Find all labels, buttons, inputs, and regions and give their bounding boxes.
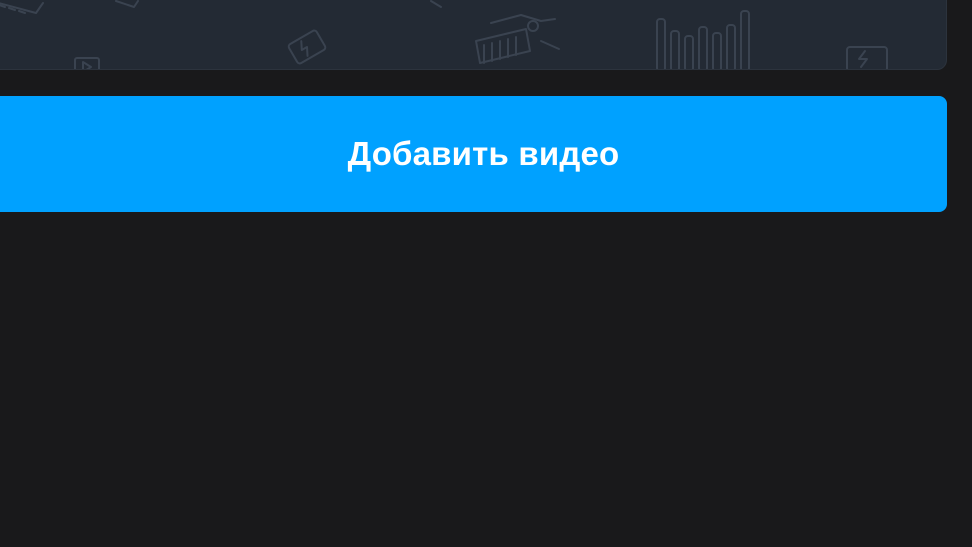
battery-icon [287,29,327,65]
keyboard-icon [0,2,44,14]
camera-rig-icon [475,14,560,64]
battery-icon-right [846,46,888,69]
page: Добавить видео [0,0,972,547]
upload-panel [0,0,947,70]
line-icon [430,0,442,8]
pen-icon [115,0,139,8]
equalizer-icon [656,10,750,69]
film-icon [74,57,100,69]
add-video-button[interactable]: Добавить видео [0,96,947,212]
doodle-pattern [0,0,888,69]
